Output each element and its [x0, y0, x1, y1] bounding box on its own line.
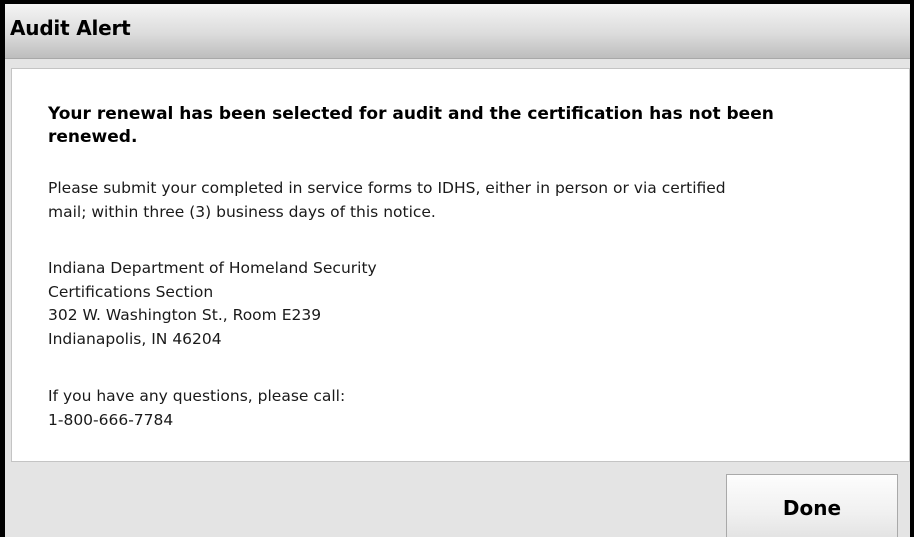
dialog-title-bar: Audit Alert [5, 4, 910, 59]
contact-prompt: If you have any questions, please call: [48, 387, 346, 405]
mailing-address: Indiana Department of Homeland Security … [48, 257, 888, 351]
alert-heading: Your renewal has been selected for audit… [48, 104, 774, 147]
address-line: Indianapolis, IN 46204 [48, 329, 222, 348]
submission-notice: Please submit your completed in service … [48, 177, 888, 224]
phone-number: 1-800-666-7784 [48, 410, 174, 429]
dialog-footer: Done [5, 466, 910, 537]
address-line: 302 W. Washington St., Room E239 [48, 306, 322, 324]
audit-alert-dialog: Audit Alert Your renewal has been select… [0, 0, 914, 537]
notice-line: mail; within three (3) business days of … [48, 202, 436, 221]
address-line: Certifications Section [48, 282, 214, 301]
message-panel: Your renewal has been selected for audit… [11, 68, 910, 462]
dialog-title: Audit Alert [10, 16, 131, 40]
done-button[interactable]: Done [726, 474, 898, 537]
notice-line: Please submit your completed in service … [48, 179, 726, 197]
address-line: Indiana Department of Homeland Security [48, 259, 377, 277]
contact-info: If you have any questions, please call: … [48, 385, 888, 432]
